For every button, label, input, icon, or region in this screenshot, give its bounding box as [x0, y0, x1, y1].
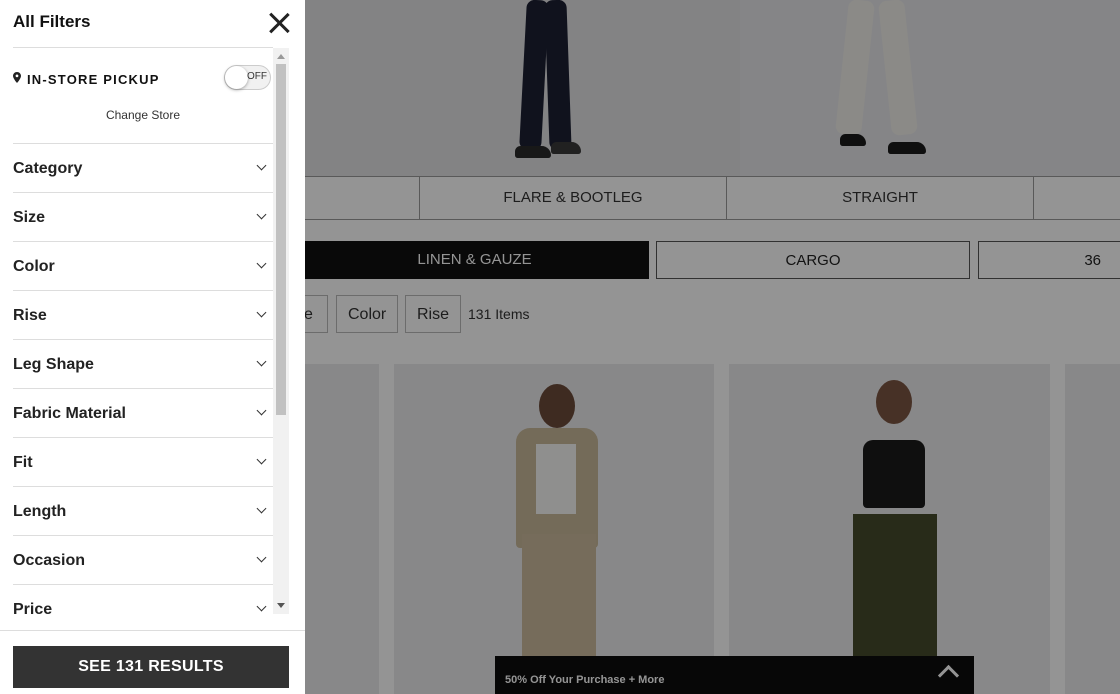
- scrollbar-thumb[interactable]: [276, 64, 286, 415]
- chevron-down-icon: [256, 307, 267, 318]
- facet-label: Occasion: [13, 552, 86, 569]
- facet-list: Category Size Color Rise Leg Shape Fabri…: [13, 143, 273, 630]
- change-store-link[interactable]: Change Store: [13, 108, 273, 122]
- in-store-pickup-row: IN-STORE PICKUP OFF: [13, 65, 273, 90]
- chevron-down-icon: [256, 601, 267, 612]
- facet-label: Size: [13, 209, 46, 226]
- facet-category[interactable]: Category: [13, 143, 273, 192]
- facet-label: Category: [13, 160, 83, 177]
- facet-leg-shape[interactable]: Leg Shape: [13, 339, 273, 388]
- toggle-knob: [225, 66, 248, 89]
- chevron-down-icon: [256, 356, 267, 367]
- toggle-state: OFF: [247, 71, 267, 82]
- scroll-up-arrow-icon[interactable]: [277, 54, 285, 59]
- facet-label: Color: [13, 258, 55, 275]
- chevron-down-icon: [256, 454, 267, 465]
- facet-label: Rise: [13, 307, 47, 324]
- chevron-down-icon: [256, 503, 267, 514]
- drawer-title: All Filters: [13, 12, 91, 31]
- scroll-down-arrow-icon[interactable]: [277, 603, 285, 608]
- facet-rise[interactable]: Rise: [13, 290, 273, 339]
- facet-label: Length: [13, 503, 67, 520]
- chevron-down-icon: [256, 160, 267, 171]
- in-store-pickup-toggle[interactable]: OFF: [224, 65, 271, 90]
- facet-label: Fit: [13, 454, 33, 471]
- facet-color[interactable]: Color: [13, 241, 273, 290]
- facet-occasion[interactable]: Occasion: [13, 535, 273, 584]
- facet-price[interactable]: Price: [13, 584, 273, 630]
- in-store-pickup-label: IN-STORE PICKUP: [27, 72, 160, 87]
- close-icon[interactable]: [266, 10, 292, 36]
- chevron-down-icon: [256, 405, 267, 416]
- location-pin-icon: [13, 72, 21, 83]
- divider: [0, 630, 305, 631]
- facet-scrollbar[interactable]: [273, 48, 289, 614]
- filter-drawer: All Filters IN-STORE PICKUP OFF Change S…: [0, 0, 305, 694]
- facet-label: Leg Shape: [13, 356, 94, 373]
- facet-fabric-material[interactable]: Fabric Material: [13, 388, 273, 437]
- facet-fit[interactable]: Fit: [13, 437, 273, 486]
- chevron-down-icon: [256, 209, 267, 220]
- facet-size[interactable]: Size: [13, 192, 273, 241]
- facet-label: Price: [13, 601, 53, 618]
- divider: [13, 47, 273, 48]
- facet-length[interactable]: Length: [13, 486, 273, 535]
- chevron-down-icon: [256, 552, 267, 563]
- chevron-down-icon: [256, 258, 267, 269]
- facet-label: Fabric Material: [13, 405, 126, 422]
- see-results-button[interactable]: SEE 131 RESULTS: [13, 646, 289, 688]
